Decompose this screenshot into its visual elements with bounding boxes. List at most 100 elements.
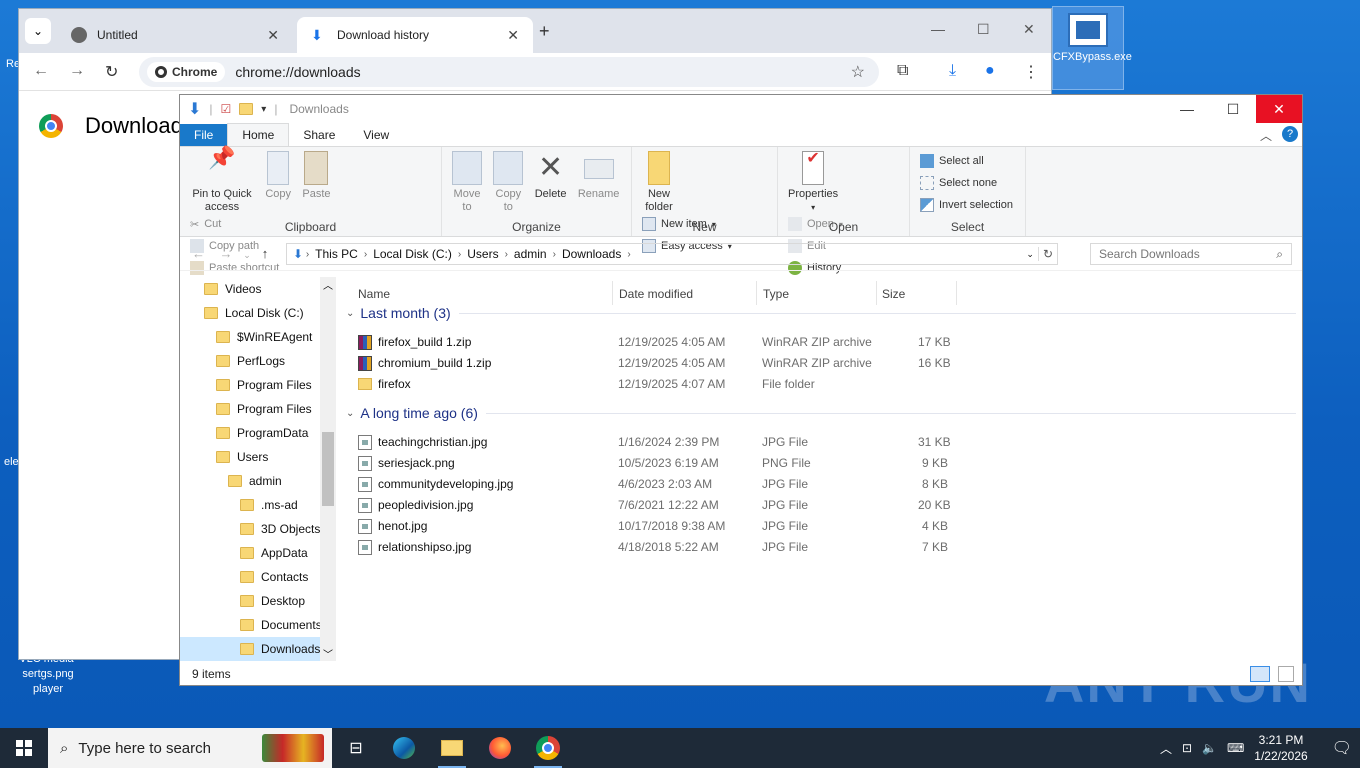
- column-date-modified[interactable]: Date modified: [619, 287, 693, 301]
- details-view-icon[interactable]: [1250, 666, 1270, 682]
- tab-share[interactable]: Share: [289, 124, 349, 146]
- nav-scrollbar[interactable]: ︿ ﹀: [320, 277, 336, 661]
- file-row[interactable]: peopledivision.jpg 7/6/2021 12:22 AM JPG F…: [358, 494, 958, 515]
- close-button[interactable]: ✕: [1023, 21, 1035, 38]
- minimize-button[interactable]: —: [1164, 95, 1210, 123]
- start-button[interactable]: [0, 728, 48, 768]
- desktop-file-cfxbypass[interactable]: CFXBypass.exe: [1052, 6, 1132, 90]
- minimize-button[interactable]: —: [931, 21, 945, 37]
- taskbar-search[interactable]: ⌕ Type here to search: [48, 728, 332, 768]
- pin-quick-access-button[interactable]: 📌 Pin to Quick access: [190, 147, 254, 214]
- scrollbar-thumb[interactable]: [322, 432, 334, 506]
- group-header[interactable]: ⌄ A long time ago (6): [346, 405, 1296, 421]
- nav-item[interactable]: Program Files: [180, 373, 335, 397]
- breadcrumb-local-disk[interactable]: Local Disk (C:): [373, 247, 452, 261]
- nav-item[interactable]: admin: [180, 469, 335, 493]
- chevron-up-icon[interactable]: ︿: [1160, 740, 1172, 757]
- input-icon[interactable]: ⌨: [1227, 741, 1244, 755]
- file-row[interactable]: communitydeveloping.jpg 4/6/2023 2:03 AM J…: [358, 473, 958, 494]
- tab-view[interactable]: View: [349, 124, 403, 146]
- help-icon[interactable]: ?: [1282, 126, 1298, 142]
- site-chip[interactable]: Chrome: [147, 62, 226, 82]
- breadcrumb-users[interactable]: Users: [467, 247, 498, 261]
- menu-icon[interactable]: ⋮: [1023, 62, 1039, 82]
- recent-chevron-icon[interactable]: ⌄: [243, 250, 251, 260]
- properties-icon[interactable]: ☑: [221, 102, 232, 116]
- column-name[interactable]: Name: [358, 287, 390, 301]
- volume-icon[interactable]: 🔈: [1202, 741, 1217, 755]
- file-row[interactable]: chromium_build 1.zip 12/19/2025 4:05 AM Wi…: [358, 352, 958, 373]
- invert-selection-button[interactable]: Invert selection: [920, 197, 1013, 213]
- new-tab-button[interactable]: +: [539, 21, 550, 42]
- file-row[interactable]: seriesjack.png 10/5/2023 6:19 AM PNG File 9…: [358, 452, 958, 473]
- chevron-up-icon[interactable]: ︿: [1260, 127, 1272, 144]
- nav-item[interactable]: Desktop: [180, 589, 335, 613]
- maximize-button[interactable]: ☐: [1210, 95, 1256, 123]
- breadcrumb-downloads[interactable]: Downloads: [562, 247, 621, 261]
- nav-item[interactable]: Downloads: [180, 637, 335, 661]
- close-icon[interactable]: ✕: [507, 27, 519, 44]
- bookmark-star-icon[interactable]: ☆: [851, 62, 865, 82]
- chrome-taskbar-icon[interactable]: [524, 728, 572, 768]
- file-row[interactable]: teachingchristian.jpg 1/16/2024 2:39 PM JP…: [358, 431, 958, 452]
- scroll-up-icon[interactable]: ︿: [323, 277, 333, 292]
- tab-untitled[interactable]: Untitled ✕: [57, 17, 293, 53]
- nav-item[interactable]: .ms-ad: [180, 493, 335, 517]
- group-header[interactable]: ⌄ Last month (3): [346, 305, 1296, 321]
- search-input[interactable]: Search Downloads ⌕: [1090, 243, 1292, 265]
- tab-home[interactable]: Home: [227, 123, 290, 146]
- column-size[interactable]: Size: [882, 287, 905, 301]
- file-row[interactable]: henot.jpg 10/17/2018 9:38 AM JPG File 4 KB: [358, 515, 958, 536]
- properties-button[interactable]: ✔ Properties ▾: [788, 151, 838, 214]
- nav-item[interactable]: PerfLogs: [180, 349, 335, 373]
- move-to-button[interactable]: Move to: [452, 151, 482, 214]
- new-folder-button[interactable]: New folder: [642, 151, 676, 214]
- delete-button[interactable]: ✕ Delete: [535, 151, 567, 201]
- file-row[interactable]: firefox 12/19/2025 4:07 AM File folder: [358, 373, 958, 394]
- nav-item[interactable]: Program Files: [180, 397, 335, 421]
- nav-item[interactable]: $WinREAgent: [180, 325, 335, 349]
- large-icons-view-icon[interactable]: [1278, 666, 1294, 682]
- refresh-icon[interactable]: ↻: [1037, 247, 1057, 261]
- file-row[interactable]: firefox_build 1.zip 12/19/2025 4:05 AM Win…: [358, 331, 958, 352]
- reload-button[interactable]: ↻: [105, 62, 118, 82]
- file-row[interactable]: relationshipso.jpg 4/18/2018 5:22 AM JPG F…: [358, 536, 958, 557]
- clock[interactable]: 3:21 PM 1/22/2026: [1254, 732, 1307, 764]
- select-none-button[interactable]: Select none: [920, 175, 1013, 191]
- copy-button[interactable]: Copy: [265, 151, 291, 201]
- nav-item[interactable]: 3D Objects: [180, 517, 335, 541]
- tab-download-history[interactable]: ⬇ Download history ✕: [297, 17, 533, 53]
- rename-button[interactable]: Rename: [578, 151, 619, 201]
- notification-icon[interactable]: 🗨: [1332, 738, 1352, 758]
- nav-item[interactable]: ProgramData: [180, 421, 335, 445]
- chevron-down-icon[interactable]: ⌄: [1026, 249, 1034, 260]
- network-icon[interactable]: ⊡: [1182, 741, 1192, 755]
- folder-icon[interactable]: [239, 103, 254, 115]
- back-arrow-icon[interactable]: ←: [192, 246, 205, 261]
- forward-arrow-icon[interactable]: →: [219, 246, 232, 261]
- breadcrumb-this-pc[interactable]: This PC: [315, 247, 358, 261]
- forward-button[interactable]: →: [69, 62, 85, 80]
- copy-to-button[interactable]: Copy to: [493, 151, 524, 214]
- nav-item[interactable]: Documents: [180, 613, 335, 637]
- address-bar[interactable]: Chrome chrome://downloads ☆: [139, 57, 879, 87]
- chevron-down-icon[interactable]: ▾: [261, 104, 266, 115]
- select-all-button[interactable]: Select all: [920, 153, 1013, 169]
- breadcrumb-admin[interactable]: admin: [514, 247, 547, 261]
- firefox-icon[interactable]: [476, 728, 524, 768]
- downloads-icon[interactable]: ⤓: [949, 62, 956, 80]
- nav-item[interactable]: Local Disk (C:): [180, 301, 335, 325]
- explorer-address-bar[interactable]: ⬇ › This PC › Local Disk (C:) › Users › admi…: [286, 243, 1058, 265]
- edge-icon[interactable]: [380, 728, 428, 768]
- close-button[interactable]: ✕: [1256, 95, 1302, 123]
- file-explorer-icon[interactable]: [428, 728, 476, 768]
- nav-item[interactable]: Contacts: [180, 565, 335, 589]
- nav-item[interactable]: Users: [180, 445, 335, 469]
- close-icon[interactable]: ✕: [267, 27, 279, 44]
- up-arrow-icon[interactable]: ↑: [262, 246, 269, 261]
- paste-button[interactable]: Paste: [302, 151, 331, 201]
- scroll-down-icon[interactable]: ﹀: [323, 646, 333, 661]
- maximize-button[interactable]: ☐: [977, 21, 990, 38]
- back-button[interactable]: ←: [33, 62, 49, 80]
- tab-search-button[interactable]: ⌄: [25, 18, 51, 44]
